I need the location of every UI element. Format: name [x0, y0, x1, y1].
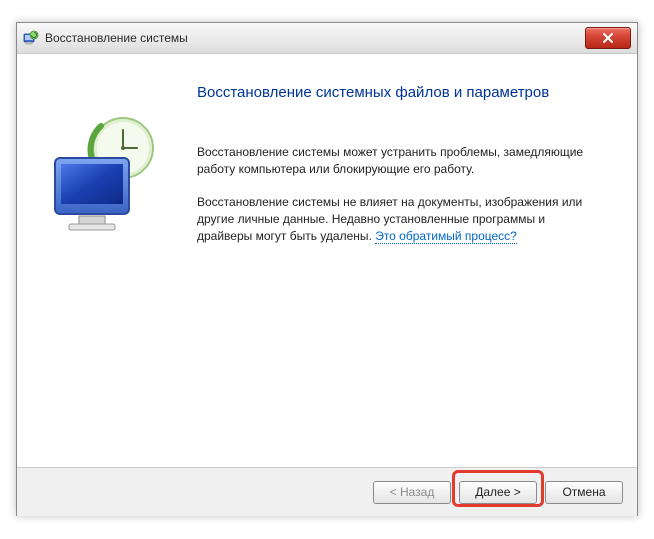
app-icon [23, 30, 39, 46]
system-restore-window: Восстановление системы [16, 22, 638, 516]
page-heading: Восстановление системных файлов и параме… [197, 84, 549, 101]
window-title: Восстановление системы [45, 31, 188, 45]
title-bar[interactable]: Восстановление системы [17, 23, 637, 54]
client-area: Восстановление системных файлов и параме… [17, 54, 637, 516]
close-icon [603, 33, 613, 43]
wizard-button-bar: < Назад Далее > Отмена [17, 467, 637, 516]
reversible-process-link[interactable]: Это обратимый процесс? [375, 229, 517, 244]
close-button[interactable] [585, 27, 631, 49]
next-button[interactable]: Далее > [459, 481, 537, 504]
intro-paragraph-2: Восстановление системы не влияет на доку… [197, 194, 597, 245]
back-button: < Назад [373, 481, 451, 504]
restore-illustration [41, 112, 171, 242]
cancel-button[interactable]: Отмена [545, 481, 623, 504]
intro-paragraph-1: Восстановление системы может устранить п… [197, 144, 597, 178]
